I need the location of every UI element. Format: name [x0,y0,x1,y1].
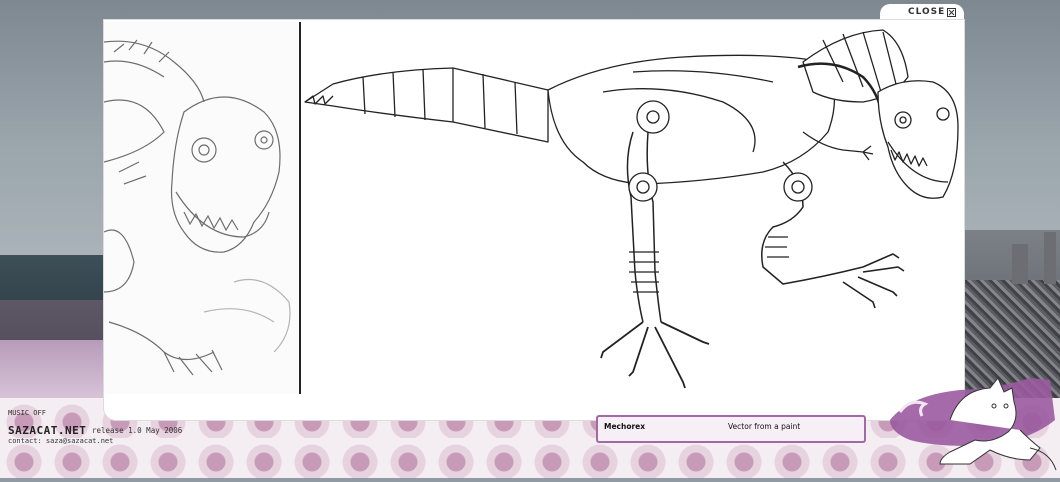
music-toggle[interactable]: MUSIC OFF [8,409,46,417]
close-icon[interactable] [947,7,957,17]
artwork-title: Mechorex [604,422,646,431]
release-info: release 1.0 May 2006 [92,426,183,435]
mechorex-drawing [304,29,959,389]
panel-divider [299,22,301,394]
site-logo[interactable]: SAZACAT.NET [8,424,86,437]
sketch-thumbnail[interactable] [104,22,298,394]
close-label[interactable]: CLOSE [908,7,945,17]
background-pink-ground [0,340,110,400]
cat-mascot [880,360,1060,478]
background-tower [1012,244,1028,284]
sketch-drawing [104,39,291,376]
contact-email[interactable]: contact: saza@sazacat.net [8,437,113,445]
artwork-description: Vector from a paint [728,422,801,431]
background-tower [1044,232,1056,284]
close-button[interactable]: CLOSE [908,7,957,17]
artwork-caption: Mechorex Vector from a paint [596,415,866,443]
cat-drawing [890,377,1057,471]
artwork-image [303,22,963,394]
